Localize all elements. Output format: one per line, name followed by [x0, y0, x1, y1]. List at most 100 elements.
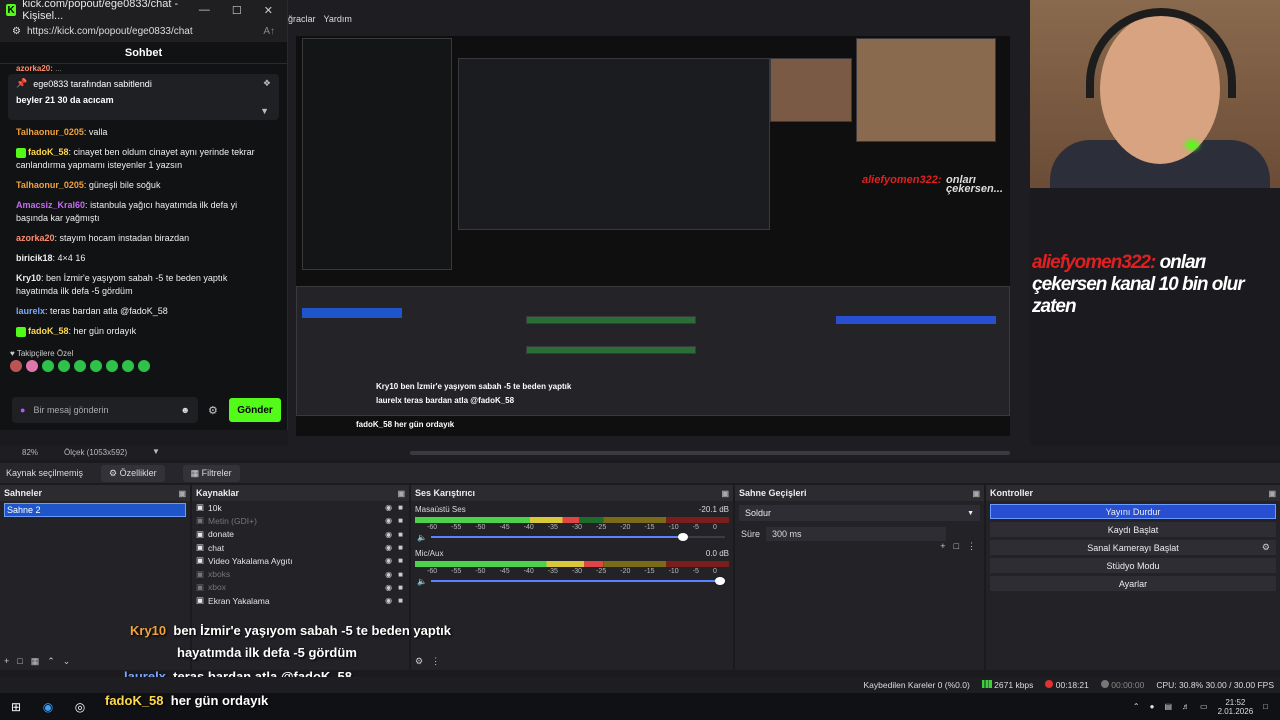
emote-icon[interactable]: [10, 360, 22, 372]
dock-close-icon[interactable]: ▣: [721, 489, 729, 498]
source-item[interactable]: ▣ Ekran Yakalama ◉ ■: [192, 594, 409, 607]
emote-icon[interactable]: [90, 360, 102, 372]
emote-icon[interactable]: [122, 360, 134, 372]
chat-username[interactable]: azorka20: [16, 233, 55, 243]
lock-icon[interactable]: ■: [398, 583, 403, 592]
volume-slider[interactable]: 🔈: [415, 533, 729, 542]
visibility-eye-icon[interactable]: ◉: [385, 570, 392, 579]
lock-icon[interactable]: ■: [398, 503, 403, 512]
send-button[interactable]: Gönder: [229, 398, 281, 422]
speaker-icon[interactable]: 🔈: [417, 533, 427, 542]
chat-input[interactable]: ● Bir mesaj gönderin ☻: [12, 397, 198, 423]
gear-icon[interactable]: ⚙: [208, 404, 218, 417]
menu-item-help[interactable]: Yardım: [324, 14, 352, 24]
chevron-up-icon[interactable]: ⌃: [1133, 702, 1140, 711]
maximize-icon[interactable]: ☐: [232, 4, 242, 17]
settings-icon[interactable]: ⚙: [415, 656, 423, 667]
notifications-icon[interactable]: □: [1263, 702, 1268, 711]
pinned-message[interactable]: 📌 ege0833 tarafından sabitlendi ❖ beyler…: [8, 74, 279, 120]
chat-username[interactable]: Talhaonur_0205: [16, 127, 84, 137]
stop-stream-button[interactable]: Yayını Durdur: [990, 504, 1276, 519]
move-up-icon[interactable]: ⌃: [47, 656, 55, 667]
source-item[interactable]: ▣ Video Yakalama Aygıtı ◉ ■: [192, 554, 409, 567]
battery-icon[interactable]: ▭: [1200, 702, 1208, 711]
emote-icon[interactable]: [138, 360, 150, 372]
lock-icon[interactable]: ■: [398, 570, 403, 579]
clock[interactable]: 21:52 2.01.2026: [1218, 698, 1254, 716]
properties-button[interactable]: ⚙ Özellikler: [101, 464, 165, 482]
visibility-eye-icon[interactable]: ◉: [385, 516, 392, 525]
remove-icon[interactable]: □: [954, 541, 959, 552]
chat-username[interactable]: Kry10: [16, 273, 41, 283]
add-icon[interactable]: +: [940, 541, 945, 552]
emote-icon[interactable]: [74, 360, 86, 372]
slider-knob[interactable]: [678, 533, 689, 541]
visibility-eye-icon[interactable]: ◉: [385, 543, 392, 552]
chat-username[interactable]: biricik18: [16, 253, 53, 263]
gear-icon[interactable]: ⚙: [1262, 542, 1270, 553]
emote-icon[interactable]: [42, 360, 54, 372]
volume-slider[interactable]: 🔈: [415, 577, 729, 586]
minimize-icon[interactable]: —: [199, 4, 210, 17]
volume-icon[interactable]: ♬: [1182, 702, 1190, 711]
dock-close-icon[interactable]: ▣: [972, 489, 980, 498]
start-recording-button[interactable]: Kaydı Başlat: [990, 522, 1276, 537]
chat-window-titlebar[interactable]: K kick.com/popout/ege0833/chat - Kişisel…: [0, 0, 287, 22]
source-item[interactable]: ▣ donate ◉ ■: [192, 528, 409, 541]
windows-start-icon[interactable]: ⊞: [8, 699, 24, 715]
chat-username[interactable]: fadoK_58: [28, 326, 69, 336]
lock-icon[interactable]: ■: [398, 543, 403, 552]
emote-icon[interactable]: [58, 360, 70, 372]
source-item[interactable]: ▣ chat ◉ ■: [192, 541, 409, 554]
more-icon[interactable]: ⋮: [431, 656, 440, 667]
visibility-eye-icon[interactable]: ◉: [385, 503, 392, 512]
filters-button[interactable]: ▦ Filtreler: [182, 464, 240, 482]
speaker-icon[interactable]: 🔈: [417, 577, 427, 586]
duration-input[interactable]: 300 ms: [766, 527, 947, 541]
lock-icon[interactable]: ■: [398, 516, 403, 525]
filter-icon[interactable]: ▦: [31, 656, 40, 667]
source-item[interactable]: ▣ Metin (GDI+) ◉ ■: [192, 514, 409, 527]
obs-icon[interactable]: ◎: [72, 699, 88, 715]
unpin-icon[interactable]: ❖: [263, 78, 271, 89]
visibility-eye-icon[interactable]: ◉: [385, 556, 392, 565]
reader-mode-icon[interactable]: A↑: [263, 26, 275, 37]
more-icon[interactable]: ⋮: [967, 541, 976, 552]
site-info-icon[interactable]: ⚙: [12, 26, 21, 37]
move-down-icon[interactable]: ⌄: [63, 656, 71, 667]
lock-icon[interactable]: ■: [398, 556, 403, 565]
transition-select[interactable]: Soldur ▼: [739, 505, 980, 521]
emoji-icon[interactable]: ☻: [181, 405, 190, 415]
chat-username[interactable]: laurelx: [16, 306, 45, 316]
close-icon[interactable]: ✕: [264, 4, 273, 17]
source-item[interactable]: ▣ xbox ◉ ■: [192, 581, 409, 594]
visibility-eye-icon[interactable]: ◉: [385, 583, 392, 592]
menu-item-tools[interactable]: ğraclar: [288, 14, 316, 24]
settings-button[interactable]: Ayarlar: [990, 576, 1276, 591]
visibility-eye-icon[interactable]: ◉: [385, 596, 392, 605]
visibility-eye-icon[interactable]: ◉: [385, 530, 392, 539]
url-bar[interactable]: ⚙ https://kick.com/popout/ege0833/chat A…: [0, 20, 287, 42]
preview-scrollbar[interactable]: [410, 451, 1010, 455]
source-item[interactable]: ▣ xboks ◉ ■: [192, 567, 409, 580]
studio-mode-button[interactable]: Stüdyo Modu: [990, 558, 1276, 573]
start-virtual-camera-button[interactable]: Sanal Kamerayı Başlat ⚙: [990, 540, 1276, 555]
chat-username[interactable]: Amacsiz_Kral60: [16, 200, 85, 210]
dock-close-icon[interactable]: ▣: [1268, 489, 1276, 498]
remove-icon[interactable]: □: [17, 656, 22, 667]
dock-close-icon[interactable]: ▣: [397, 489, 405, 498]
dock-close-icon[interactable]: ▣: [178, 489, 186, 498]
microphone-icon[interactable]: ●: [1150, 702, 1155, 711]
chevron-down-icon[interactable]: ▼: [260, 106, 269, 116]
chat-username[interactable]: Talhaonur_0205: [16, 180, 84, 190]
source-item[interactable]: ▣ 10k ◉ ■: [192, 501, 409, 514]
lock-icon[interactable]: ■: [398, 530, 403, 539]
lock-icon[interactable]: ■: [398, 596, 403, 605]
chat-username[interactable]: fadoK_58: [28, 147, 69, 157]
edge-browser-icon[interactable]: ◉: [40, 699, 56, 715]
add-icon[interactable]: +: [4, 656, 9, 667]
scene-item-sahne-2[interactable]: Sahne 2: [4, 503, 186, 517]
preview-canvas[interactable]: aliefyomen322: onları çekersen... Kry10 …: [296, 36, 1010, 436]
chevron-down-icon[interactable]: ▼: [152, 447, 160, 456]
emote-icon[interactable]: [26, 360, 38, 372]
